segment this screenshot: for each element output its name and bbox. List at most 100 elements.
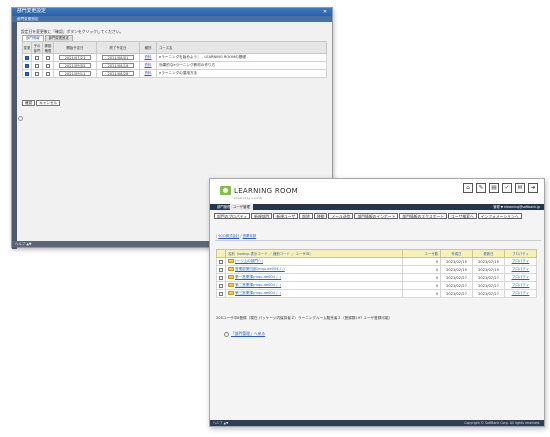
row-checkbox[interactable] xyxy=(219,291,223,296)
table-row: 2021/07/21 2021/08/01 資料 eラーニングを始めよう！ - … xyxy=(22,53,327,62)
type-link[interactable]: 資料 xyxy=(144,55,151,59)
folder-icon xyxy=(228,275,234,279)
send-mail-button[interactable]: メール送信 xyxy=(328,213,354,219)
start-date-input[interactable]: 2021/07/21 xyxy=(59,55,91,60)
child-checkbox[interactable] xyxy=(35,71,39,76)
information-button[interactable]: インフォメーションへ xyxy=(477,213,522,219)
divider xyxy=(215,240,541,241)
breadcrumb: / SOO株式会社 / 営業本部 xyxy=(216,233,256,238)
new-department-button[interactable]: 新規部門 xyxy=(251,213,273,219)
col-header: 種別 xyxy=(139,41,157,54)
row-checkbox[interactable] xyxy=(219,267,223,272)
folder-icon xyxy=(228,291,234,295)
folder-icon xyxy=(228,259,234,263)
col-header: 子の部門 xyxy=(31,41,43,54)
import-button[interactable]: 部門情報のインポート xyxy=(354,213,399,219)
back-icon xyxy=(224,331,229,337)
statusbar-left: ヘルプ ▲▼ xyxy=(213,421,229,425)
table-row: 2021/09/02 2021/08/16 資料 効果的なeラーニング教材の作り… xyxy=(22,61,327,70)
dialog-titlebar: 部門変更設定 ✕ xyxy=(12,8,332,16)
col-header: プロパティ xyxy=(504,249,537,258)
move-checkbox[interactable] xyxy=(46,55,50,60)
start-date-input[interactable]: 2021/09/02 xyxy=(59,63,91,68)
department-name-link[interactable]: (一つ上の部門へ) xyxy=(235,259,263,263)
close-icon[interactable]: ✕ xyxy=(322,9,328,15)
department-name-link[interactable]: 第三営業課(mqu.de004 / -) xyxy=(235,291,281,295)
updated-date: 2021/07/27 xyxy=(472,281,505,290)
course-name: eラーニングの運用方法 xyxy=(156,69,327,78)
col-header[interactable]: 作成日 xyxy=(440,249,473,258)
updated-date: 2021/07/15 xyxy=(472,265,505,274)
end-date-input[interactable]: 2021/08/16 xyxy=(102,63,134,68)
help-icon[interactable] xyxy=(18,116,23,121)
properties-link[interactable]: プロパティ xyxy=(512,267,530,271)
properties-link[interactable]: プロパティ xyxy=(512,283,530,287)
col-header: 移動権限 xyxy=(42,41,54,54)
delete-button[interactable]: 削除 xyxy=(299,213,313,219)
user-search-button[interactable]: ユーザ検索へ xyxy=(448,213,477,219)
move-button[interactable]: 移動 xyxy=(313,213,328,219)
row-checkbox[interactable] xyxy=(219,275,223,280)
table-row: 営業部第四部(mqu.de004 / -) 0 2021/02/15 2021/… xyxy=(216,265,537,274)
export-button[interactable]: 部門情報のエクスポート xyxy=(399,213,448,219)
breadcrumb-root[interactable]: SOO株式会社 xyxy=(218,234,239,238)
col-header xyxy=(216,249,226,258)
user-count: 0 xyxy=(402,257,441,266)
move-checkbox[interactable] xyxy=(46,63,50,68)
course-name: 効果的なeラーニング教材の作り方 xyxy=(156,61,327,70)
home-icon[interactable]: ⌂ xyxy=(463,183,473,193)
logout-icon[interactable]: ➜ xyxy=(528,183,538,193)
table-row: 第二営業課(mqu.de004 / -) 0 2021/02/27 2021/0… xyxy=(216,281,537,290)
type-link[interactable]: 資料 xyxy=(144,71,151,75)
confirm-button[interactable]: 確認 xyxy=(22,100,36,106)
back-to-department-link[interactable]: 「部門管理」へ戻る xyxy=(231,331,265,336)
settings-icon[interactable]: ✓ xyxy=(502,183,512,193)
move-checkbox[interactable] xyxy=(46,71,50,76)
table-row: 第三営業課(mqu.de004 / -) 0 2021/02/27 2021/0… xyxy=(216,289,537,298)
tab-user-management[interactable]: ユーザ管理 xyxy=(230,204,253,210)
department-name-link[interactable]: 営業部第四部(mqu.de004 / -) xyxy=(235,267,285,271)
folder-icon xyxy=(228,267,234,271)
child-checkbox[interactable] xyxy=(35,63,39,68)
row-checkbox[interactable] xyxy=(219,283,223,288)
end-date-input[interactable]: 2021/08/01 xyxy=(102,55,134,60)
logo-icon xyxy=(220,186,231,195)
nav-bar: 部門管理 ユーザ管理 管理 ▼ elearning@softbank.jp xyxy=(210,204,544,210)
user-info[interactable]: 管理 ▼ elearning@softbank.jp xyxy=(493,204,540,210)
created-date: 2021/02/15 xyxy=(440,257,473,266)
properties-link[interactable]: プロパティ xyxy=(512,291,530,295)
created-date: 2021/02/15 xyxy=(440,265,473,274)
department-table: 名前（lookup 表示コード ／ 識別コード ／ ユーザID） ユーザ数 作成… xyxy=(216,249,537,298)
change-checkbox[interactable] xyxy=(25,71,29,76)
properties-link[interactable]: プロパティ xyxy=(512,275,530,279)
cancel-button[interactable]: キャンセル xyxy=(36,100,61,106)
header-icons: ⌂ ✎ ▤ ✓ ✉ ➜ xyxy=(460,183,538,193)
type-link[interactable]: 資料 xyxy=(144,63,151,67)
app-logo: LEARNING ROOM xyxy=(220,186,298,195)
mail-icon[interactable]: ✉ xyxy=(515,183,525,193)
change-checkbox[interactable] xyxy=(25,55,29,60)
user-count: 0 xyxy=(402,265,441,274)
logo-subtext: powered by e-portal xyxy=(234,196,263,200)
properties-link[interactable]: プロパティ xyxy=(512,259,530,263)
child-checkbox[interactable] xyxy=(35,55,39,60)
department-name-link[interactable]: 第二営業課(mqu.de004 / -) xyxy=(235,283,281,287)
col-header[interactable]: ユーザ数 xyxy=(402,249,441,258)
department-properties-button[interactable]: 部門のプロパティ xyxy=(214,213,251,219)
row-checkbox[interactable] xyxy=(219,259,223,264)
user-summary: 205ユーザ中8登録（現在 パッケージ内保持者２）ラーニングルーム販売者２（登録… xyxy=(216,316,393,320)
new-user-button[interactable]: 新規ユーザ xyxy=(273,213,299,219)
col-header[interactable]: 名前（lookup 表示コード ／ 識別コード ／ ユーザID） xyxy=(225,249,403,258)
start-date-input[interactable]: 2021/09/11 xyxy=(59,71,91,76)
department-name-link[interactable]: 第一営業課(mqu.de004 / -) xyxy=(235,275,281,279)
breadcrumb-current[interactable]: 営業本部 xyxy=(243,234,257,238)
change-checkbox[interactable] xyxy=(25,63,29,68)
mypage-icon[interactable]: ✎ xyxy=(476,183,486,193)
app-header: LEARNING ROOM powered by e-portal ⌂ ✎ ▤ … xyxy=(210,179,544,204)
end-date-input[interactable]: 2021/08/28 xyxy=(102,71,134,76)
created-date: 2021/02/27 xyxy=(440,273,473,282)
logo-text: LEARNING ROOM xyxy=(234,186,298,195)
col-header[interactable]: 更新日 xyxy=(472,249,505,258)
admin-icon[interactable]: ▤ xyxy=(489,183,499,193)
learning-room-window: LEARNING ROOM powered by e-portal ⌂ ✎ ▤ … xyxy=(209,178,545,427)
